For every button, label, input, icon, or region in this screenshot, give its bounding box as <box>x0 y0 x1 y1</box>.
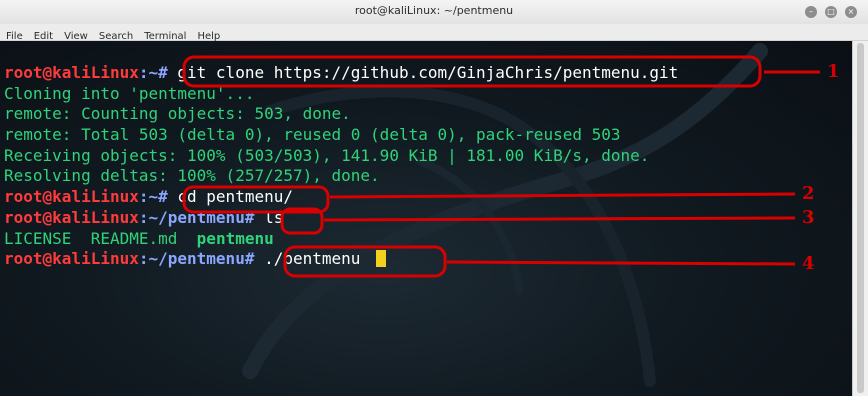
prompt-path: :~# <box>138 63 178 82</box>
listing-file: LICENSE <box>4 228 72 248</box>
prompt-path: :~/pentmenu# <box>138 207 265 227</box>
output-line: Receiving objects: 100% (503/503), 141.9… <box>4 146 678 167</box>
maximize-icon[interactable]: □ <box>825 6 837 18</box>
command-text: git clone https://github.com/GinjaChris/… <box>177 63 679 82</box>
terminal-output[interactable]: root@kaliLinux:~# git clone https://gith… <box>0 41 852 396</box>
window-title: root@kaliLinux: ~/pentmenu <box>354 4 514 17</box>
prompt-path: :~/pentmenu# <box>138 249 265 269</box>
output-line: Resolving deltas: 100% (257/257), done. <box>4 166 678 187</box>
output-text: Resolving deltas: 100% (257/257), done. <box>4 166 380 186</box>
output-text: Receiving objects: 100% (503/503), 141.9… <box>4 145 650 165</box>
prompt-user: root@kaliLinux <box>4 187 139 207</box>
prompt-line: root@kaliLinux:~/pentmenu# ./pentmenu <box>4 249 678 270</box>
close-icon[interactable]: × <box>845 6 857 18</box>
command-text: cd pentmenu/ <box>177 187 293 207</box>
prompt-line: root@kaliLinux:~# git clone https://gith… <box>4 63 678 84</box>
prompt-user: root@kaliLinux <box>4 249 139 269</box>
command-text: ls <box>264 207 284 227</box>
output-text: remote: Counting objects: 503, done. <box>4 104 351 124</box>
scrollbar-thumb[interactable] <box>857 43 864 393</box>
menu-bar: File Edit View Search Terminal Help <box>0 24 868 42</box>
terminal-lines: root@kaliLinux:~# git clone https://gith… <box>4 63 678 270</box>
output-line: remote: Total 503 (delta 0), reused 0 (d… <box>4 125 678 146</box>
listing-directory: pentmenu <box>196 228 274 248</box>
minimize-icon[interactable]: – <box>805 6 817 18</box>
prompt-user: root@kaliLinux <box>4 63 139 82</box>
output-text: Cloning into 'pentmenu'... <box>4 83 255 103</box>
output-line: Cloning into 'pentmenu'... <box>4 84 678 105</box>
prompt-user: root@kaliLinux <box>4 207 139 227</box>
prompt-line: root@kaliLinux:~/pentmenu# ls <box>4 208 678 229</box>
annotation-label-3: 3 <box>802 207 815 228</box>
command-text: ./pentmenu <box>264 249 371 269</box>
terminal-scrollbar[interactable] <box>852 41 868 396</box>
output-text: remote: Total 503 (delta 0), reused 0 (d… <box>4 125 621 145</box>
prompt-line: root@kaliLinux:~# cd pentmenu/ <box>4 187 678 208</box>
output-line: remote: Counting objects: 503, done. <box>4 104 678 125</box>
annotation-label-2: 2 <box>802 183 815 204</box>
listing-file: README.md <box>90 228 178 248</box>
annotation-label-4: 4 <box>802 253 815 274</box>
annotation-label-1: 1 <box>827 61 840 82</box>
listing-line: LICENSE README.md pentmenu <box>4 229 678 250</box>
prompt-path: :~# <box>138 187 178 207</box>
text-cursor <box>376 250 387 268</box>
title-bar: root@kaliLinux: ~/pentmenu – □ × <box>0 0 868 25</box>
